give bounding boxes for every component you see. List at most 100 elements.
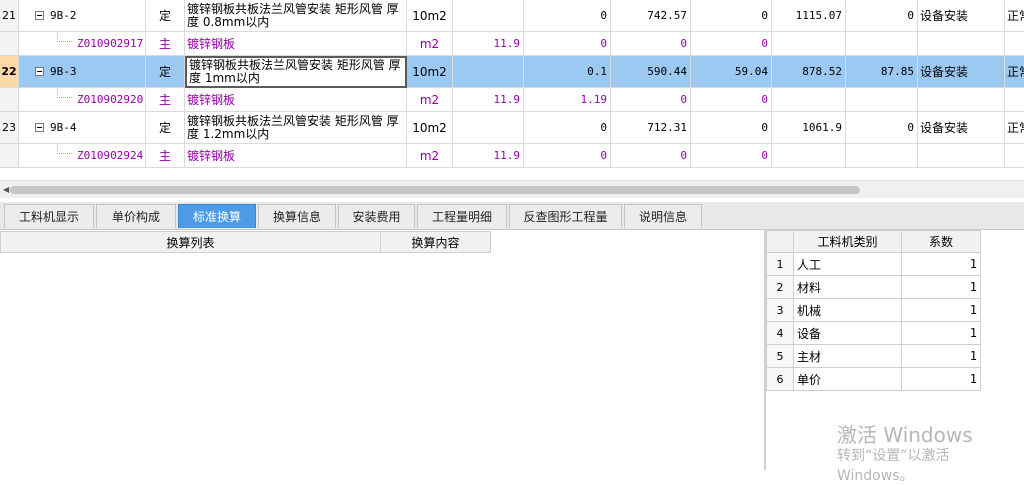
item-unit-cell[interactable]: m2 [407,32,453,56]
item-v1-cell[interactable]: 0 [524,144,611,168]
item-v1-cell[interactable]: 0.1 [524,56,611,88]
factor-row[interactable]: 3 机械 1 [766,299,981,322]
tab-2[interactable]: 单价构成 [96,204,176,228]
item-type-cell[interactable]: 定 [146,56,185,88]
row-number[interactable]: 21 [0,0,19,32]
collapse-icon[interactable] [35,67,44,76]
tab-7[interactable]: 反查图形工程量 [509,204,622,228]
sub-item-row[interactable]: Z010902917 主镀锌钢板 m2 11.9 0 0 0 [0,32,1024,56]
item-v1-cell[interactable]: 1.19 [524,88,611,112]
item-cat-cell[interactable] [918,88,1005,112]
item-type-cell[interactable]: 主 [146,88,185,112]
tab-4[interactable]: 换算信息 [258,204,336,228]
scroll-left-icon[interactable]: ◀ [3,185,9,194]
item-code-cell[interactable]: 9B-4 [19,112,146,144]
row-number[interactable] [0,88,19,112]
item-v3-cell[interactable]: 0 [691,0,772,32]
item-v5-cell[interactable]: 0 [846,112,918,144]
item-type-cell[interactable]: 定 [146,112,185,144]
item-name-cell[interactable]: 镀锌钢板共板法兰风管安装 矩形风管 厚度 0.8mm以内 [185,0,407,32]
item-code-cell[interactable]: 9B-3 [19,56,146,88]
tab-5[interactable]: 安装费用 [338,204,415,228]
budget-item-row[interactable]: 23 9B-4 定镀锌钢板共板法兰风管安装 矩形风管 厚度 1.2mm以内 10m2 0… [0,112,1024,144]
conversion-content-column[interactable]: 换算内容 [380,231,491,253]
factor-value[interactable]: 1 [902,322,981,345]
item-unit-cell[interactable]: 10m2 [407,56,453,88]
item-last-cell[interactable]: 正常 [1005,56,1024,88]
factor-row[interactable]: 6 单价 1 [766,368,981,391]
item-type-cell[interactable]: 定 [146,0,185,32]
item-v5-cell[interactable] [846,88,918,112]
item-v2-cell[interactable]: 0 [611,144,691,168]
item-v5-cell[interactable] [846,144,918,168]
item-v3-cell[interactable]: 0 [691,144,772,168]
horizontal-scrollbar[interactable]: ◀ [0,180,1024,198]
item-name-cell[interactable]: 镀锌钢板 [185,32,407,56]
item-last-cell[interactable] [1005,144,1024,168]
item-type-cell[interactable]: 主 [146,144,185,168]
item-v2-cell[interactable]: 0 [611,88,691,112]
item-qty-cell[interactable]: 11.9 [453,88,524,112]
item-name-cell[interactable]: 镀锌钢板 [185,144,407,168]
item-v4-cell[interactable]: 1115.07 [772,0,846,32]
row-number[interactable] [0,144,19,168]
row-number[interactable] [0,32,19,56]
item-unit-cell[interactable]: 10m2 [407,0,453,32]
collapse-icon[interactable] [35,11,44,20]
item-v2-cell[interactable]: 0 [611,32,691,56]
item-v5-cell[interactable]: 87.85 [846,56,918,88]
item-v3-cell[interactable]: 0 [691,32,772,56]
item-v4-cell[interactable] [772,32,846,56]
factor-row[interactable]: 5 主材 1 [766,345,981,368]
factor-row[interactable]: 4 设备 1 [766,322,981,345]
tab-3[interactable]: 标准换算 [178,204,256,228]
item-v4-cell[interactable] [772,144,846,168]
item-name-cell[interactable]: 镀锌钢板 [185,88,407,112]
factor-row[interactable]: 1 人工 1 [766,253,981,276]
item-v1-cell[interactable]: 0 [524,0,611,32]
item-v5-cell[interactable] [846,32,918,56]
item-v1-cell[interactable]: 0 [524,112,611,144]
item-last-cell[interactable] [1005,88,1024,112]
item-code-cell[interactable]: 9B-2 [19,0,146,32]
tab-8[interactable]: 说明信息 [624,204,702,228]
item-qty-cell[interactable] [453,112,524,144]
item-qty-cell[interactable]: 11.9 [453,32,524,56]
item-v3-cell[interactable]: 0 [691,88,772,112]
item-code-cell[interactable]: Z010902924 [19,144,146,168]
item-name-cell[interactable]: 镀锌钢板共板法兰风管安装 矩形风管 厚度 1.2mm以内 [185,112,407,144]
item-cat-cell[interactable]: 设备安装 [918,0,1005,32]
factor-value[interactable]: 1 [902,253,981,276]
item-v3-cell[interactable]: 59.04 [691,56,772,88]
conversion-list-column[interactable]: 换算列表 [0,231,381,253]
item-v2-cell[interactable]: 712.31 [611,112,691,144]
budget-item-row[interactable]: 21 9B-2 定镀锌钢板共板法兰风管安装 矩形风管 厚度 0.8mm以内 10m2 0… [0,0,1024,32]
scrollbar-thumb[interactable] [10,186,860,194]
item-qty-cell[interactable]: 11.9 [453,144,524,168]
item-cat-cell[interactable]: 设备安装 [918,112,1005,144]
item-last-cell[interactable] [1005,32,1024,56]
item-last-cell[interactable]: 正常 [1005,112,1024,144]
item-unit-cell[interactable]: m2 [407,144,453,168]
row-number[interactable]: 23 [0,112,19,144]
row-number[interactable]: 22 [0,56,19,88]
item-v3-cell[interactable]: 0 [691,112,772,144]
item-last-cell[interactable]: 正常 [1005,0,1024,32]
item-v2-cell[interactable]: 742.57 [611,0,691,32]
factor-value[interactable]: 1 [902,299,981,322]
factor-value[interactable]: 1 [902,345,981,368]
item-v2-cell[interactable]: 590.44 [611,56,691,88]
item-v5-cell[interactable]: 0 [846,0,918,32]
item-cat-cell[interactable]: 设备安装 [918,56,1005,88]
collapse-icon[interactable] [35,123,44,132]
item-v4-cell[interactable]: 878.52 [772,56,846,88]
item-unit-cell[interactable]: m2 [407,88,453,112]
item-code-cell[interactable]: Z010902920 [19,88,146,112]
item-qty-cell[interactable] [453,0,524,32]
item-qty-cell[interactable] [453,56,524,88]
item-name-cell[interactable]: 镀锌钢板共板法兰风管安装 矩形风管 厚度 1mm以内 [185,56,407,88]
tab-1[interactable]: 工料机显示 [4,204,94,228]
item-unit-cell[interactable]: 10m2 [407,112,453,144]
item-cat-cell[interactable] [918,144,1005,168]
sub-item-row[interactable]: Z010902924 主镀锌钢板 m2 11.9 0 0 0 [0,144,1024,168]
